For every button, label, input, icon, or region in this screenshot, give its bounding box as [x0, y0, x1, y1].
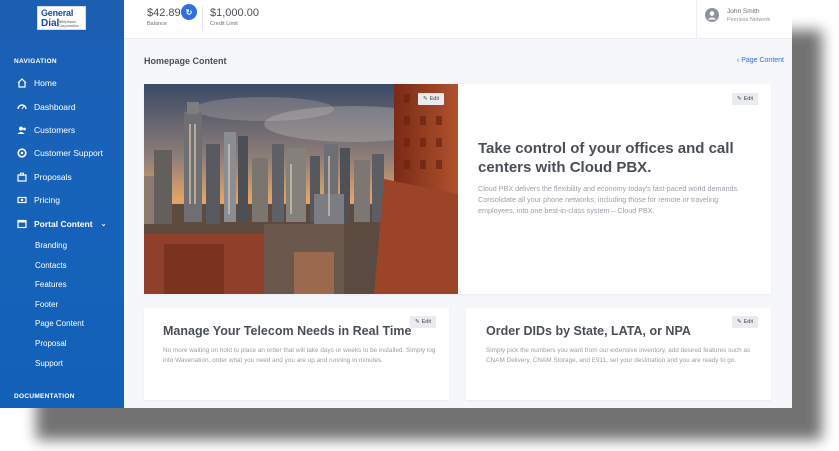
logo-tagline: Telephone Corporation: [58, 19, 79, 28]
feature-card-edit-button[interactable]: ✎ Edit: [410, 316, 437, 328]
balance-value: $42.89: [147, 7, 181, 19]
sidebar-subitem-footer[interactable]: Footer: [35, 300, 58, 309]
sidebar-item-label: Customer Support: [34, 148, 103, 158]
hero-body: Cloud PBX delivers the flexibility and e…: [478, 184, 740, 215]
user-menu[interactable]: John Smith Peerless Network: [696, 0, 792, 39]
screenshot-stage: General Dial Telephone Corporation NAVIG…: [0, 0, 839, 451]
credit-limit-value: $1,000.00: [210, 7, 259, 19]
top-bar: $42.89 Balance ↻ $1,000.00 Credit Limit …: [124, 0, 792, 39]
sidebar-item-home[interactable]: Home: [0, 73, 124, 93]
sidebar-item-label: Proposals: [34, 172, 72, 182]
nav-heading: NAVIGATION: [14, 58, 57, 65]
feature-card-edit-button[interactable]: ✎ Edit: [732, 316, 759, 328]
pencil-icon: ✎: [415, 319, 420, 325]
breadcrumb-label: Page Content: [741, 57, 784, 64]
logo-text-dial: Dial: [41, 18, 60, 29]
feature-card-body: No more waiting on hold to place an orde…: [163, 347, 436, 364]
pencil-icon: ✎: [737, 96, 742, 102]
sidebar-item-pricing[interactable]: Pricing: [0, 190, 124, 210]
sidebar-item-portal-content[interactable]: Portal Content ⌄: [0, 214, 124, 234]
documentation-heading: DOCUMENTATION: [14, 393, 75, 400]
sidebar-subitem-features[interactable]: Features: [35, 280, 67, 289]
money-icon: [16, 194, 28, 206]
sidebar-item-customers[interactable]: Customers: [0, 120, 124, 140]
breadcrumb[interactable]: ‹ Page Content: [737, 57, 784, 64]
balance-label: Balance: [147, 21, 167, 27]
sidebar-item-label: Pricing: [34, 195, 60, 205]
app-window: General Dial Telephone Corporation NAVIG…: [0, 0, 792, 408]
sidebar-subitem-contacts[interactable]: Contacts: [35, 261, 67, 270]
user-name: John Smith: [727, 8, 760, 15]
hero-city-image: [144, 84, 458, 294]
company-logo[interactable]: General Dial Telephone Corporation: [37, 6, 86, 30]
hero-text-edit-button[interactable]: ✎ Edit: [732, 93, 759, 105]
logo-text-general: General: [41, 8, 74, 18]
pencil-icon: ✎: [737, 319, 742, 325]
edit-label: Edit: [743, 96, 754, 102]
sidebar-item-proposals[interactable]: Proposals: [0, 167, 124, 187]
edit-label: Edit: [429, 96, 440, 102]
hero-heading: Take control of your offices and call ce…: [478, 140, 734, 176]
sidebar-item-dashboard[interactable]: Dashboard: [0, 97, 124, 117]
sidebar-item-label: Dashboard: [34, 102, 76, 112]
logo-area: General Dial Telephone Corporation: [0, 0, 124, 39]
refresh-icon: ↻: [185, 7, 193, 17]
pencil-icon: ✎: [423, 96, 428, 102]
sidebar-item-label: Home: [34, 78, 57, 88]
sidebar-subitem-proposal[interactable]: Proposal: [35, 339, 67, 348]
briefcase-icon: [16, 171, 28, 183]
sidebar: General Dial Telephone Corporation NAVIG…: [0, 0, 124, 408]
sidebar-subitem-branding[interactable]: Branding: [35, 241, 67, 250]
home-icon: [16, 77, 28, 89]
feature-card-body: Simply pick the numbers you want from ou…: [486, 347, 751, 364]
window-icon: [16, 218, 28, 230]
sidebar-item-customer-support[interactable]: Customer Support: [0, 143, 124, 163]
feature-card-heading: Order DIDs by State, LATA, or NPA: [486, 324, 691, 338]
page-title: Homepage Content: [144, 56, 227, 66]
lifebuoy-icon: [16, 147, 28, 159]
user-company: Peerless Network: [727, 17, 771, 23]
edit-label: Edit: [421, 319, 432, 325]
user-avatar-icon: [705, 8, 719, 22]
sidebar-subitem-page-content[interactable]: Page Content: [35, 319, 84, 328]
header-divider: [202, 6, 203, 30]
sidebar-item-label: Customers: [34, 125, 76, 135]
chevron-left-icon: ‹: [736, 57, 740, 64]
hero-image-edit-button[interactable]: ✎ Edit: [418, 93, 445, 105]
sidebar-subitem-support[interactable]: Support: [35, 359, 63, 368]
sidebar-item-label: Portal Content: [34, 219, 93, 229]
feature-card-heading: Manage Your Telecom Needs in Real Time: [163, 324, 412, 338]
gauge-icon: [16, 101, 28, 113]
refresh-balance-button[interactable]: ↻: [181, 4, 197, 20]
credit-limit-label: Credit Limit: [210, 21, 238, 27]
edit-label: Edit: [743, 319, 754, 325]
chevron-down-icon: ⌄: [100, 221, 107, 228]
users-icon: [16, 124, 28, 136]
